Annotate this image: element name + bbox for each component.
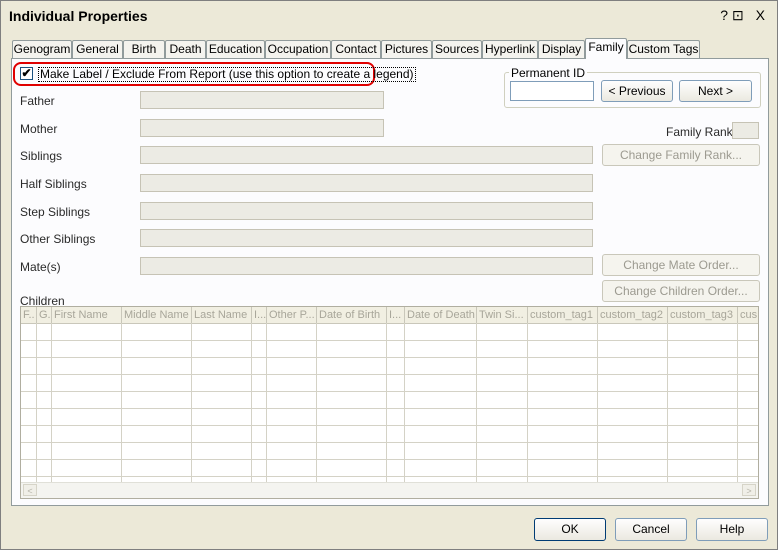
tab-family[interactable]: Family	[585, 38, 627, 59]
make-label-text[interactable]: Make Label / Exclude From Report (use th…	[38, 67, 416, 82]
column-header[interactable]: custom_tag2	[598, 307, 668, 323]
tab-sources[interactable]: Sources	[432, 40, 482, 58]
step-siblings-field[interactable]	[140, 202, 593, 220]
column-header[interactable]: cus	[738, 307, 758, 323]
column-header[interactable]: I...	[387, 307, 405, 323]
next-button[interactable]: Next >	[679, 80, 752, 102]
step-siblings-label: Step Siblings	[20, 205, 91, 219]
half-siblings-label: Half Siblings	[20, 177, 87, 191]
scroll-right-icon[interactable]: >	[742, 484, 756, 496]
individual-properties-dialog: Individual Properties ?⊡ X Genogram Gene…	[0, 0, 778, 550]
tab-occupation[interactable]: Occupation	[265, 40, 331, 58]
column-header[interactable]: Date of Death	[405, 307, 477, 323]
make-label-checkbox[interactable]: ✔	[20, 67, 33, 80]
dialog-title: Individual Properties	[9, 8, 148, 24]
help-close-icons[interactable]: ?⊡ X	[720, 7, 769, 24]
grid-row-line	[21, 391, 758, 392]
tab-general[interactable]: General	[72, 40, 123, 58]
column-header[interactable]: Twin Si...	[477, 307, 528, 323]
other-siblings-label: Other Siblings	[20, 232, 96, 246]
mates-label: Mate(s)	[20, 260, 61, 274]
father-field[interactable]	[140, 91, 384, 109]
column-header[interactable]: First Name	[52, 307, 122, 323]
tab-education[interactable]: Education	[206, 40, 265, 58]
tab-genogram[interactable]: Genogram	[12, 40, 72, 58]
change-children-order-button[interactable]: Change Children Order...	[602, 280, 760, 302]
children-grid-header: F.. G. First Name Middle Name Last Name …	[21, 307, 758, 324]
tab-display[interactable]: Display	[538, 40, 585, 58]
other-siblings-field[interactable]	[140, 229, 593, 247]
column-header[interactable]: G.	[37, 307, 52, 323]
children-grid[interactable]: F.. G. First Name Middle Name Last Name …	[20, 306, 759, 499]
grid-row-line	[21, 476, 758, 477]
cancel-button[interactable]: Cancel	[615, 518, 687, 541]
siblings-field[interactable]	[140, 146, 593, 164]
column-header[interactable]: F..	[21, 307, 37, 323]
tab-death[interactable]: Death	[165, 40, 206, 58]
father-label: Father	[20, 94, 55, 108]
column-header[interactable]: Last Name	[192, 307, 252, 323]
column-header[interactable]: custom_tag3	[668, 307, 738, 323]
grid-row-line	[21, 442, 758, 443]
scroll-left-icon[interactable]: <	[23, 484, 37, 496]
mother-label: Mother	[20, 122, 58, 136]
tab-hyperlink[interactable]: Hyperlink	[482, 40, 538, 58]
family-rank-label: Family Rank	[666, 125, 733, 139]
permanent-id-input[interactable]	[510, 81, 594, 101]
tab-birth[interactable]: Birth	[123, 40, 165, 58]
mother-field[interactable]	[140, 119, 384, 137]
column-header[interactable]: Middle Name	[122, 307, 192, 323]
column-header[interactable]: custom_tag1	[528, 307, 598, 323]
siblings-label: Siblings	[20, 149, 63, 163]
change-mate-order-button[interactable]: Change Mate Order...	[602, 254, 760, 276]
grid-row-line	[21, 357, 758, 358]
title-bar: Individual Properties ?⊡ X	[1, 1, 777, 31]
tab-custom-tags[interactable]: Custom Tags	[627, 40, 700, 58]
column-header[interactable]: Other P...	[267, 307, 317, 323]
tab-contact[interactable]: Contact	[331, 40, 381, 58]
grid-row-line	[21, 425, 758, 426]
mates-field[interactable]	[140, 257, 593, 275]
previous-button[interactable]: < Previous	[601, 80, 673, 102]
family-rank-field[interactable]	[732, 122, 759, 139]
grid-row-line	[21, 459, 758, 460]
half-siblings-field[interactable]	[140, 174, 593, 192]
column-header[interactable]: Date of Birth	[317, 307, 387, 323]
ok-button[interactable]: OK	[534, 518, 606, 541]
help-button[interactable]: Help	[696, 518, 768, 541]
horizontal-scrollbar[interactable]: < >	[21, 482, 758, 498]
permanent-id-title: Permanent ID	[509, 66, 588, 80]
grid-row-line	[21, 374, 758, 375]
grid-row-line	[21, 340, 758, 341]
grid-row-line	[21, 408, 758, 409]
column-header[interactable]: I...	[252, 307, 267, 323]
change-family-rank-button[interactable]: Change Family Rank...	[602, 144, 760, 166]
tab-pictures[interactable]: Pictures	[381, 40, 432, 58]
